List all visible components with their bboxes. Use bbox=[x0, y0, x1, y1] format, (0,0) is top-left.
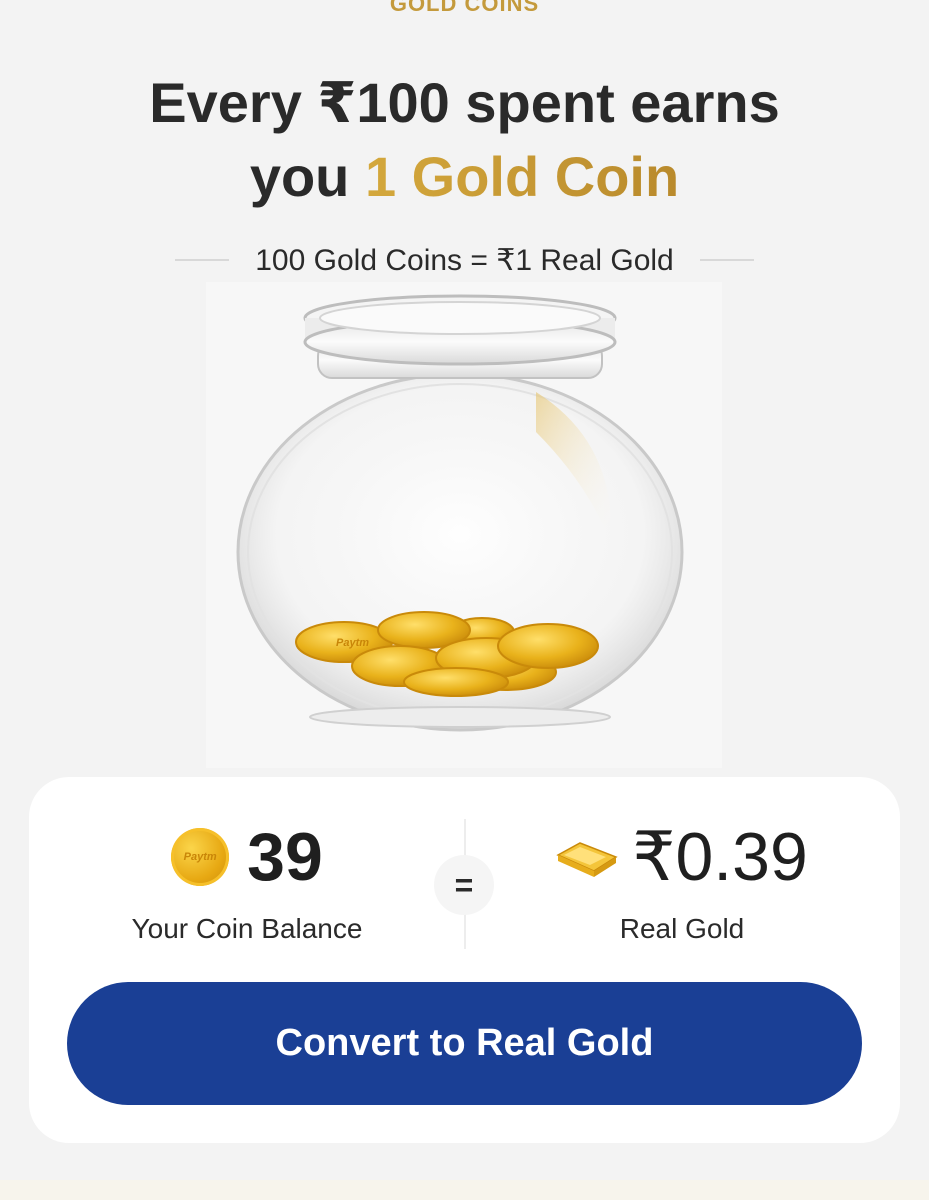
bottom-strip bbox=[0, 1180, 929, 1200]
coin-icon-text: Paytm bbox=[183, 851, 217, 863]
coin-jar-illustration: Paytm bbox=[206, 282, 722, 768]
page-headline: Every ₹100 spent earns you 1 Gold Coin bbox=[0, 66, 929, 214]
gold-bar-icon bbox=[556, 842, 618, 877]
equals-badge: = bbox=[434, 855, 494, 915]
rate-divider-left bbox=[175, 259, 230, 261]
headline-line1: Every ₹100 spent earns bbox=[149, 71, 780, 134]
real-gold-block: ₹0.39 Real Gold bbox=[529, 817, 835, 945]
coin-balance-label: Your Coin Balance bbox=[131, 913, 363, 944]
rate-divider-right bbox=[699, 259, 754, 261]
paytm-coin-icon: Paytm bbox=[171, 828, 230, 886]
coin-balance-block: Paytm 39 Your Coin Balance bbox=[89, 817, 405, 945]
conversion-rate-text: 100 Gold Coins = ₹1 Real Gold bbox=[255, 243, 674, 277]
headline-you: you bbox=[249, 145, 365, 208]
headline-highlight: 1 Gold Coin bbox=[364, 145, 680, 208]
real-gold-value: ₹0.39 bbox=[632, 819, 808, 895]
glass-jar-icon: Paytm bbox=[236, 294, 684, 732]
coin-balance-value: 39 bbox=[247, 819, 323, 895]
balance-card: Paytm 39 Your Coin Balance = ₹0.39 Real … bbox=[29, 777, 900, 1143]
conversion-rate-row: 100 Gold Coins = ₹1 Real Gold bbox=[0, 240, 929, 280]
section-label: GOLD COINS bbox=[389, 0, 540, 16]
real-gold-label: Real Gold bbox=[619, 913, 745, 944]
jar-coin-mark: Paytm bbox=[336, 637, 369, 649]
convert-to-real-gold-button[interactable]: Convert to Real Gold bbox=[67, 982, 862, 1105]
